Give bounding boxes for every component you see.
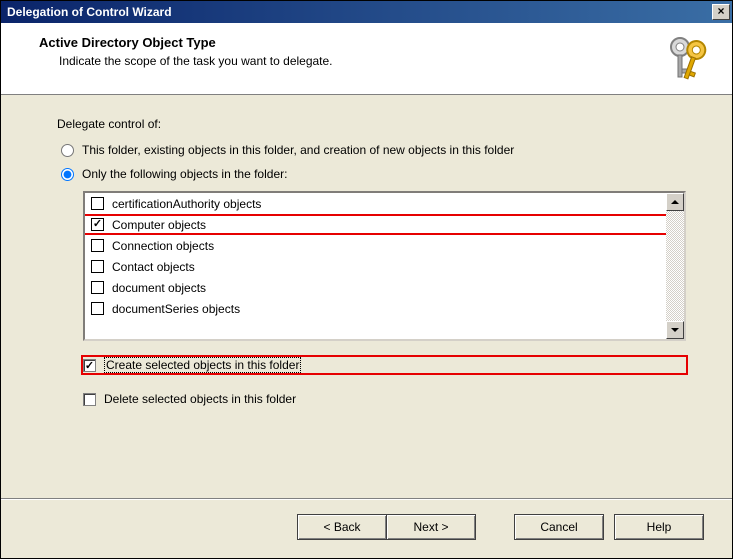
- list-items: certificationAuthority objects Computer o…: [85, 193, 666, 339]
- list-item-checkbox[interactable]: [91, 302, 104, 315]
- window-title: Delegation of Control Wizard: [7, 5, 172, 19]
- list-item-checkbox[interactable]: [91, 281, 104, 294]
- list-item-checkbox[interactable]: [91, 218, 104, 231]
- list-item-checkbox[interactable]: [91, 197, 104, 210]
- cancel-button[interactable]: Cancel: [514, 514, 604, 540]
- delete-checkbox[interactable]: [83, 393, 96, 406]
- list-item-label: Connection objects: [112, 239, 214, 253]
- list-item[interactable]: documentSeries objects: [85, 298, 666, 319]
- list-item[interactable]: Contact objects: [85, 256, 666, 277]
- back-button[interactable]: < Back: [297, 514, 387, 540]
- radio-only-label: Only the following objects in the folder…: [82, 167, 287, 181]
- help-button[interactable]: Help: [614, 514, 704, 540]
- delegate-label: Delegate control of:: [57, 117, 686, 131]
- wizard-header: Active Directory Object Type Indicate th…: [1, 23, 732, 95]
- list-item-checkbox[interactable]: [91, 260, 104, 273]
- list-item[interactable]: Connection objects: [85, 235, 666, 256]
- list-item-checkbox[interactable]: [91, 239, 104, 252]
- object-types-listbox-wrap: certificationAuthority objects Computer o…: [83, 191, 686, 341]
- scroll-down-button[interactable]: [666, 321, 684, 339]
- page-subtitle: Indicate the scope of the task you want …: [59, 54, 714, 68]
- list-item[interactable]: Computer objects: [85, 214, 666, 235]
- wizard-content: Delegate control of: This folder, existi…: [1, 95, 732, 499]
- scroll-track[interactable]: [666, 211, 684, 321]
- scrollbar[interactable]: [666, 193, 684, 339]
- titlebar: Delegation of Control Wizard ×: [1, 1, 732, 23]
- create-label: Create selected objects in this folder: [104, 357, 301, 373]
- radio-only-input[interactable]: [61, 168, 74, 181]
- scroll-up-button[interactable]: [666, 193, 684, 211]
- list-item-label: Computer objects: [112, 218, 206, 232]
- delete-objects-checkbox-row[interactable]: Delete selected objects in this folder: [83, 389, 686, 409]
- delete-label: Delete selected objects in this folder: [104, 392, 296, 406]
- arrow-up-icon: [671, 200, 679, 204]
- list-item-label: documentSeries objects: [112, 302, 240, 316]
- create-objects-checkbox-row[interactable]: Create selected objects in this folder: [83, 355, 686, 375]
- list-item[interactable]: document objects: [85, 277, 666, 298]
- next-button[interactable]: Next >: [386, 514, 476, 540]
- wizard-window: Delegation of Control Wizard × Active Di…: [0, 0, 733, 559]
- arrow-down-icon: [671, 328, 679, 332]
- list-item[interactable]: certificationAuthority objects: [85, 193, 666, 214]
- radio-only-objects[interactable]: Only the following objects in the folder…: [61, 167, 686, 181]
- wizard-footer: < Back Next > Cancel Help: [1, 499, 732, 558]
- close-button[interactable]: ×: [712, 4, 730, 20]
- list-item-label: Contact objects: [112, 260, 195, 274]
- list-item-label: certificationAuthority objects: [112, 197, 261, 211]
- radio-all-input[interactable]: [61, 144, 74, 157]
- radio-all-label: This folder, existing objects in this fo…: [82, 143, 514, 157]
- radio-all-folder[interactable]: This folder, existing objects in this fo…: [61, 143, 686, 157]
- list-item-label: document objects: [112, 281, 206, 295]
- nav-button-group: < Back Next >: [297, 514, 476, 540]
- object-types-listbox[interactable]: certificationAuthority objects Computer o…: [83, 191, 686, 341]
- create-checkbox[interactable]: [83, 359, 96, 372]
- keys-icon: [662, 33, 714, 88]
- page-title: Active Directory Object Type: [39, 35, 714, 50]
